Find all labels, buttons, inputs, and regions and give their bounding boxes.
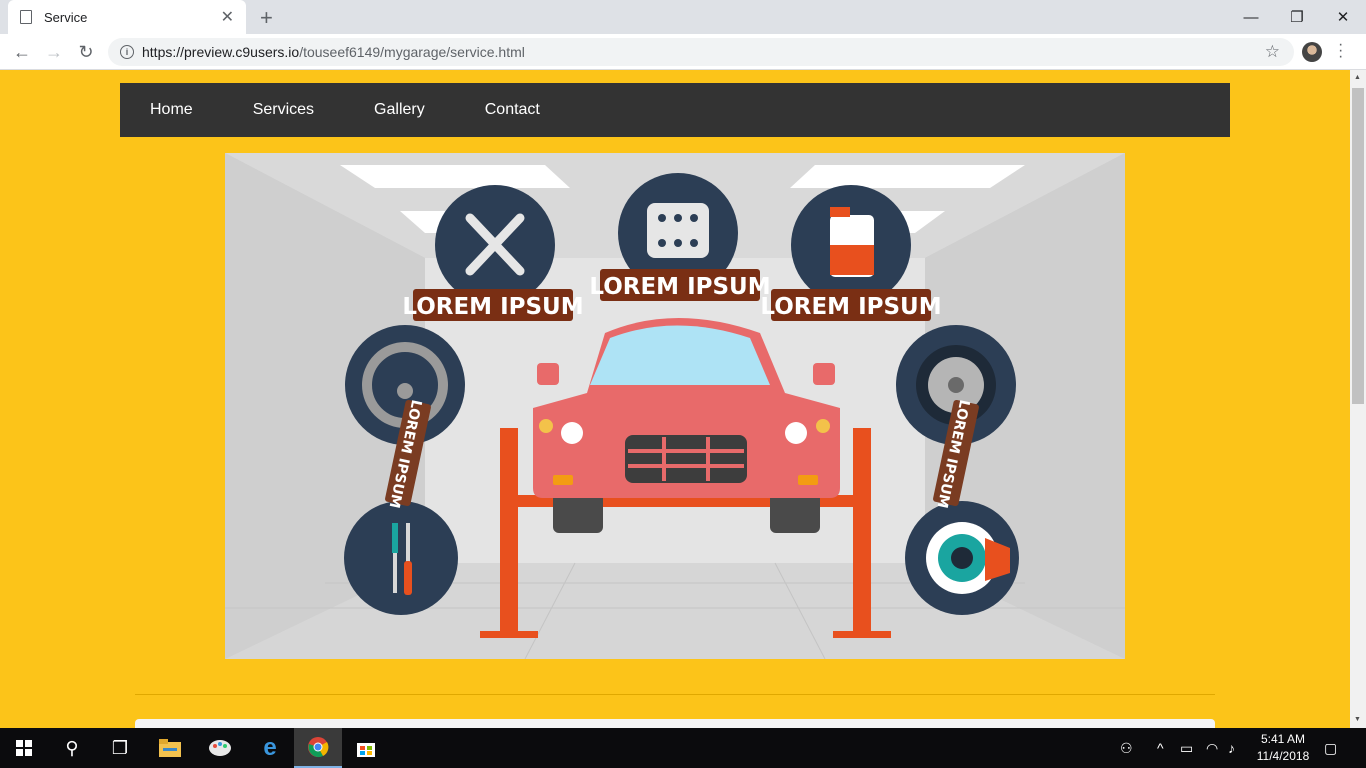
wifi-icon[interactable]: ◠ <box>1206 728 1218 768</box>
taskbar-clock[interactable]: 5:41 AM 11/4/2018 <box>1248 731 1318 765</box>
browser-toolbar: ← → ↻ i https://preview.c9users.io/touse… <box>0 34 1366 70</box>
windows-start-icon[interactable] <box>0 728 48 768</box>
forward-icon[interactable]: → <box>42 40 66 64</box>
banner-label: LOREM IPSUM <box>589 274 770 300</box>
menu-kebab-icon[interactable]: · · · <box>1338 37 1343 65</box>
store-icon[interactable] <box>342 728 390 768</box>
address-bar[interactable]: i https://preview.c9users.io/touseef6149… <box>108 38 1294 66</box>
edge-icon[interactable]: e <box>246 728 294 768</box>
bookmark-star-icon[interactable]: ☆ <box>1265 42 1280 62</box>
content-panel <box>135 719 1215 728</box>
show-hidden-icons-icon[interactable]: ^ <box>1157 728 1164 768</box>
site-info-icon[interactable]: i <box>120 45 134 59</box>
search-icon[interactable]: ⚲ <box>48 728 96 768</box>
scrollbar-thumb[interactable] <box>1352 88 1364 404</box>
browser-tab[interactable]: Service ✕ <box>8 0 246 34</box>
back-icon[interactable]: ← <box>10 40 34 64</box>
nav-home[interactable]: Home <box>150 101 193 119</box>
file-explorer-icon[interactable] <box>146 728 194 768</box>
people-icon[interactable]: ⚇ <box>1120 728 1133 768</box>
paint-icon[interactable] <box>196 728 244 768</box>
nav-services[interactable]: Services <box>253 101 314 119</box>
url-text: https://preview.c9users.io/touseef6149/m… <box>142 44 525 60</box>
battery-icon[interactable]: ▭ <box>1180 728 1193 768</box>
close-tab-icon[interactable]: ✕ <box>221 7 234 27</box>
page-scrollbar[interactable]: ▲ ▼ <box>1350 70 1366 728</box>
garage-svg: LOREM IPSUM LOREM IPSUM LOREM IPSUM LORE… <box>225 153 1125 659</box>
action-center-icon[interactable]: ▢ <box>1324 728 1337 768</box>
window-close-icon[interactable]: ✕ <box>1320 0 1366 34</box>
section-divider <box>135 694 1215 695</box>
page-viewport: Home Services Gallery Contact LOREM IPSU… <box>0 70 1350 728</box>
clock-date: 11/4/2018 <box>1256 749 1310 763</box>
tab-title: Service <box>44 9 88 25</box>
new-tab-icon[interactable]: + <box>260 5 273 31</box>
browser-tab-bar: Service ✕ + — ❐ ✕ <box>0 0 1366 34</box>
nav-contact[interactable]: Contact <box>485 101 540 119</box>
restore-icon[interactable]: ❐ <box>1274 0 1320 34</box>
garage-service-illustration: LOREM IPSUM LOREM IPSUM LOREM IPSUM LORE… <box>225 153 1125 659</box>
windows-taskbar: ⚲ ❐ e ⚇ ^ ▭ ◠ ♪ 5:41 AM 11/4/2018 ▢ <box>0 728 1366 768</box>
clock-time: 5:41 AM <box>1260 732 1306 746</box>
page-icon <box>20 10 32 24</box>
nav-gallery[interactable]: Gallery <box>374 101 425 119</box>
banner-label: LOREM IPSUM <box>760 294 941 320</box>
reload-icon[interactable]: ↻ <box>74 40 98 64</box>
task-view-icon[interactable]: ❐ <box>96 728 144 768</box>
site-navbar: Home Services Gallery Contact <box>120 83 1230 137</box>
scroll-down-icon[interactable]: ▼ <box>1354 716 1361 723</box>
screwdriver-icon <box>392 523 398 553</box>
chrome-icon[interactable] <box>294 728 342 768</box>
volume-icon[interactable]: ♪ <box>1228 728 1235 768</box>
profile-avatar[interactable] <box>1302 42 1322 62</box>
scroll-up-icon[interactable]: ▲ <box>1354 74 1361 81</box>
minimize-icon[interactable]: — <box>1228 0 1274 34</box>
gearshift-icon <box>647 203 709 258</box>
banner-label: LOREM IPSUM <box>402 294 583 320</box>
